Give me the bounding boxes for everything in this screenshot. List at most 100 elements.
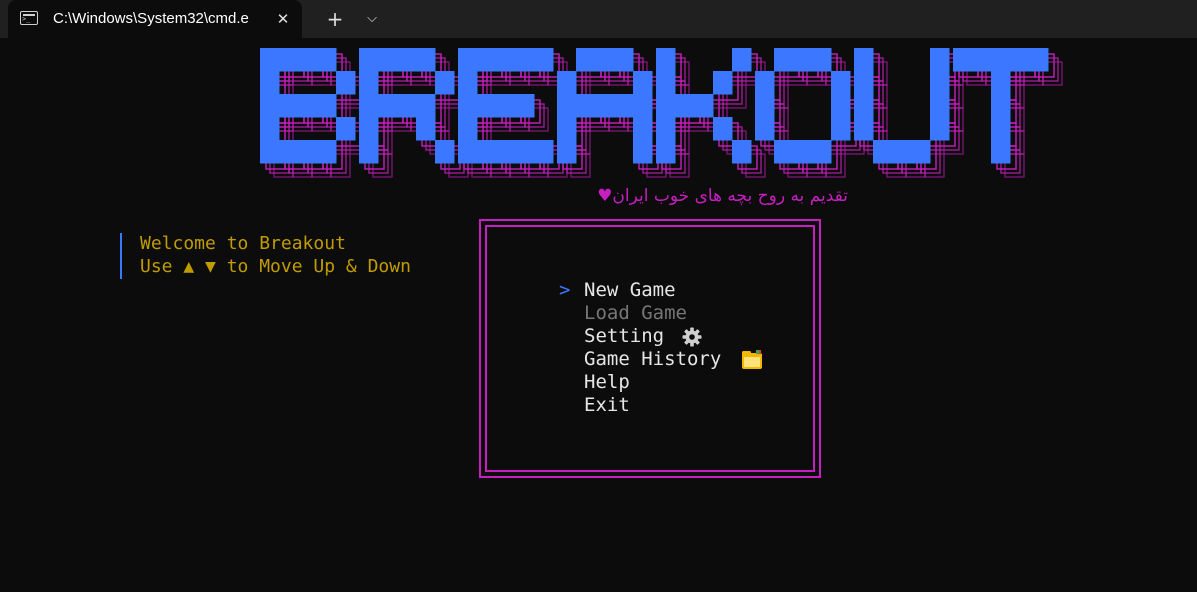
logo-block xyxy=(793,140,813,164)
logo-block xyxy=(477,94,497,118)
logo-block xyxy=(359,94,379,118)
logo-block xyxy=(656,117,676,141)
logo-block xyxy=(458,71,478,95)
logo-block xyxy=(298,94,318,118)
logo-block xyxy=(930,71,950,95)
menu-item-label: Help xyxy=(584,371,630,393)
logo-block xyxy=(359,48,379,72)
logo-block xyxy=(854,48,874,72)
logo-block xyxy=(279,94,299,118)
logo-block xyxy=(774,140,794,164)
logo-block xyxy=(336,71,356,95)
logo-block xyxy=(359,117,379,141)
logo-block xyxy=(279,48,299,72)
logo-block xyxy=(458,117,478,141)
logo-block xyxy=(633,71,653,95)
menu-item-help[interactable]: Help xyxy=(584,371,630,394)
logo-block xyxy=(397,48,417,72)
selection-cursor: > xyxy=(559,279,571,301)
logo-block xyxy=(930,94,950,118)
logo-block xyxy=(557,117,577,141)
logo-block xyxy=(614,48,634,72)
logo-block xyxy=(633,117,653,141)
folder-icon xyxy=(741,349,762,369)
logo-block xyxy=(260,117,280,141)
logo-block xyxy=(812,140,832,164)
logo-block xyxy=(260,94,280,118)
logo-block xyxy=(732,48,752,72)
logo-block xyxy=(656,48,676,72)
controls-hint: Use ▲ ▼ to Move Up & Down xyxy=(140,256,411,277)
logo-block xyxy=(534,140,554,164)
logo-block xyxy=(633,140,653,164)
menu-item-game-history[interactable]: Game History xyxy=(584,348,763,371)
logo-block xyxy=(458,140,478,164)
gear-icon xyxy=(682,327,702,346)
logo-block xyxy=(991,140,1011,164)
logo-block xyxy=(298,140,318,164)
logo-block xyxy=(656,71,676,95)
logo-block xyxy=(991,48,1011,72)
subtitle-container: تقدیم به روح بچه های خوب ایران♥ xyxy=(476,186,848,206)
logo-block xyxy=(416,94,436,118)
logo-block xyxy=(755,71,775,95)
logo-block xyxy=(435,71,455,95)
logo-block xyxy=(614,94,634,118)
logo-block xyxy=(435,140,455,164)
logo-block xyxy=(732,140,752,164)
logo-block xyxy=(317,94,337,118)
logo-block xyxy=(854,71,874,95)
menu-item-new-game[interactable]: New Game xyxy=(584,279,676,302)
logo-block xyxy=(260,140,280,164)
logo-block xyxy=(458,48,478,72)
menu-item-load-game: Load Game xyxy=(584,302,687,325)
logo-block xyxy=(812,48,832,72)
logo-block xyxy=(534,48,554,72)
logo-block xyxy=(831,117,851,141)
logo-block xyxy=(854,94,874,118)
logo-block xyxy=(633,94,653,118)
logo-block xyxy=(873,140,893,164)
logo-block xyxy=(260,48,280,72)
logo-block xyxy=(557,71,577,95)
menu-item-setting[interactable]: Setting xyxy=(584,325,702,348)
breakout-logo xyxy=(260,48,1063,178)
logo-block xyxy=(854,117,874,141)
logo-block xyxy=(515,94,535,118)
logo-block xyxy=(359,140,379,164)
logo-block xyxy=(397,94,417,118)
logo-block xyxy=(576,94,596,118)
logo-block xyxy=(656,94,676,118)
logo-block xyxy=(991,94,1011,118)
logo-block xyxy=(416,48,436,72)
logo-block xyxy=(713,71,733,95)
logo-block xyxy=(557,94,577,118)
logo-block xyxy=(458,94,478,118)
logo-block xyxy=(477,140,497,164)
menu-item-label: Exit xyxy=(584,394,630,416)
subtitle: تقدیم به روح بچه های خوب ایران♥ xyxy=(597,186,848,206)
logo-block xyxy=(953,48,973,72)
logo-block xyxy=(972,48,992,72)
logo-block xyxy=(298,48,318,72)
menu-item-label: New Game xyxy=(584,279,676,301)
logo-block xyxy=(557,140,577,164)
logo-block xyxy=(359,71,379,95)
logo-block xyxy=(496,94,516,118)
logo-block xyxy=(911,140,931,164)
logo-block xyxy=(991,71,1011,95)
logo-block xyxy=(317,48,337,72)
logo-block xyxy=(755,117,775,141)
logo-block xyxy=(1029,48,1049,72)
menu-item-exit[interactable]: Exit xyxy=(584,394,630,417)
logo-block xyxy=(694,94,714,118)
logo-block xyxy=(496,140,516,164)
menu-item-label: Load Game xyxy=(584,302,687,324)
logo-block xyxy=(774,48,794,72)
logo-block xyxy=(892,140,912,164)
logo-block xyxy=(515,140,535,164)
logo-block xyxy=(477,48,497,72)
logo-block xyxy=(595,48,615,72)
logo-block xyxy=(576,48,596,72)
logo-block xyxy=(930,48,950,72)
